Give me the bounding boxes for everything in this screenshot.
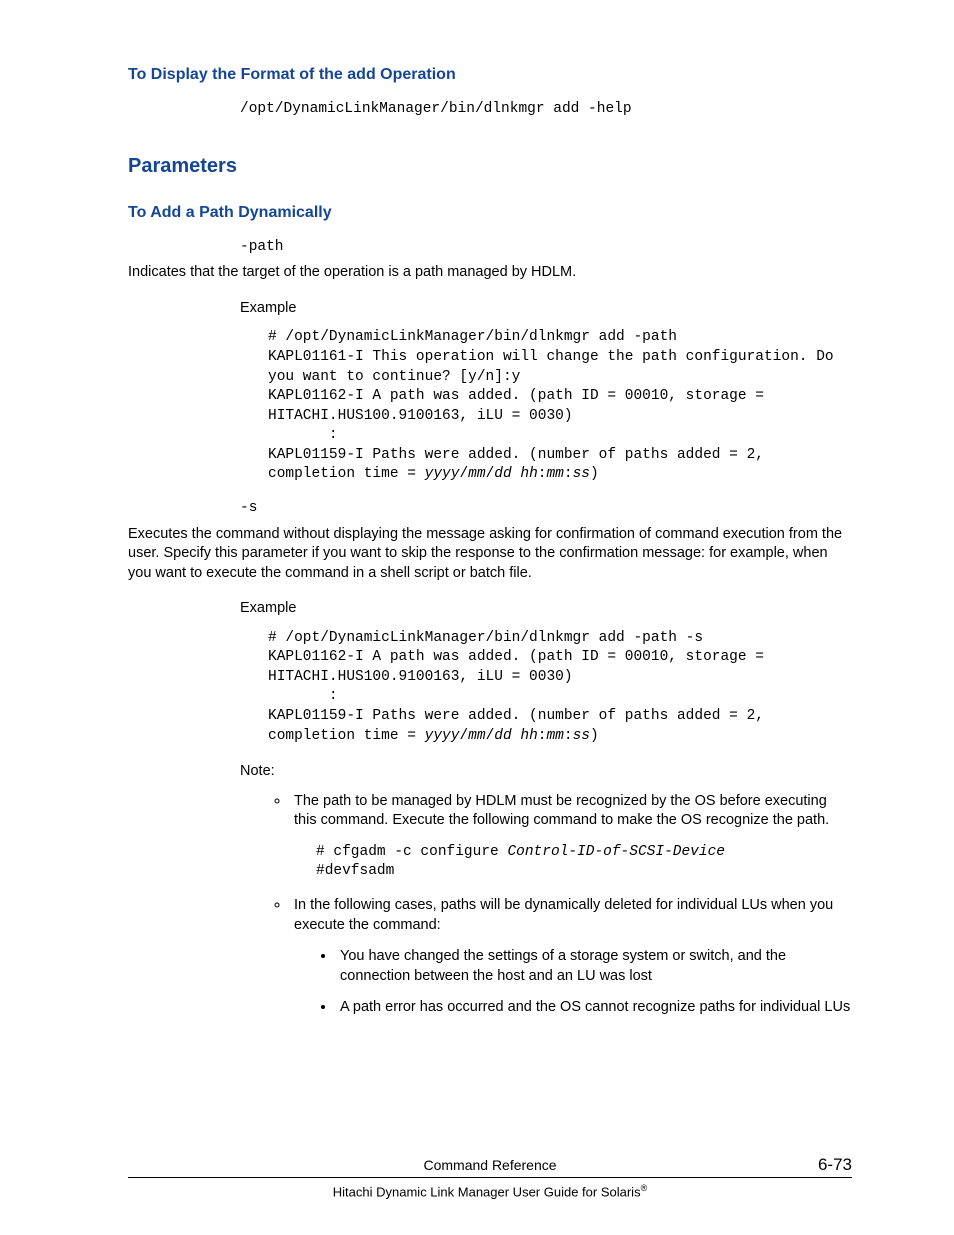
note1-code-b: Control-ID-of-SCSI-Device — [507, 844, 725, 860]
note-list: The path to be managed by HDLM must be r… — [268, 792, 852, 1018]
note-2-sub-1: You have changed the settings of a stora… — [336, 947, 852, 986]
heading-add-path: To Add a Path Dynamically — [128, 202, 852, 224]
desc-path: Indicates that the target of the operati… — [128, 263, 852, 283]
heading-parameters: Parameters — [128, 153, 852, 180]
ex2-line2: KAPL01162-I A path was added. (path ID =… — [268, 649, 773, 685]
note-2-sublist: You have changed the settings of a stora… — [314, 947, 852, 1018]
ex1-yyyy: yyyy — [425, 466, 460, 482]
ex1-sep1: / — [459, 466, 468, 482]
note-label: Note: — [240, 762, 852, 782]
ex2-hh: hh — [520, 728, 537, 744]
page: To Display the Format of the add Operati… — [0, 0, 954, 1235]
footer-guide-text: Hitachi Dynamic Link Manager User Guide … — [333, 1184, 641, 1199]
note-2-sub-2: A path error has occurred and the OS can… — [336, 998, 852, 1018]
ex2-ss: ss — [573, 728, 590, 744]
desc-s: Executes the command without displaying … — [128, 525, 852, 584]
note-1-text: The path to be managed by HDLM must be r… — [294, 793, 829, 829]
ex1-sep2: / — [486, 466, 495, 482]
note-item-2: In the following cases, paths will be dy… — [290, 896, 852, 1018]
ex2-sep2: / — [486, 728, 495, 744]
note-item-1: The path to be managed by HDLM must be r… — [290, 792, 852, 882]
note-2-text: In the following cases, paths will be dy… — [294, 897, 833, 933]
note1-code-a: # cfgadm -c configure — [316, 844, 507, 860]
ex1-hh: hh — [520, 466, 537, 482]
heading-format: To Display the Format of the add Operati… — [128, 64, 852, 86]
page-number: 6-73 — [818, 1154, 852, 1177]
ex1-line4: : — [268, 427, 338, 443]
ex1-dd: dd — [494, 466, 511, 482]
ex1-line1: # /opt/DynamicLinkManager/bin/dlnkmgr ad… — [268, 329, 677, 345]
ex2-sep4: : — [564, 728, 573, 744]
ex2-line1: # /opt/DynamicLinkManager/bin/dlnkmgr ad… — [268, 630, 703, 646]
ex2-mm1: mm — [468, 728, 485, 744]
ex2-dd: dd — [494, 728, 511, 744]
example-1-code: # /opt/DynamicLinkManager/bin/dlnkmgr ad… — [268, 328, 852, 485]
ex1-sep4: : — [564, 466, 573, 482]
registered-mark: ® — [641, 1183, 648, 1193]
ex1-end: ) — [590, 466, 599, 482]
footer-section-title: Command Reference — [128, 1156, 852, 1175]
example-2-code: # /opt/DynamicLinkManager/bin/dlnkmgr ad… — [268, 629, 852, 746]
note1-code-c: #devfsadm — [316, 863, 394, 879]
page-footer: Command Reference 6-73 Hitachi Dynamic L… — [128, 1156, 852, 1201]
ex1-line2: KAPL01161-I This operation will change t… — [268, 349, 842, 385]
example-label-2: Example — [240, 599, 852, 619]
ex1-ss: ss — [573, 466, 590, 482]
code-help-command: /opt/DynamicLinkManager/bin/dlnkmgr add … — [240, 100, 852, 120]
note-1-code: # cfgadm -c configure Control-ID-of-SCSI… — [316, 843, 852, 882]
ex1-line3: KAPL01162-I A path was added. (path ID =… — [268, 388, 773, 424]
ex2-mm2: mm — [546, 728, 563, 744]
ex1-mm2: mm — [546, 466, 563, 482]
term-s: -s — [240, 499, 852, 519]
ex2-end: ) — [590, 728, 599, 744]
ex2-sep1: / — [459, 728, 468, 744]
ex1-mm1: mm — [468, 466, 485, 482]
footer-guide-title: Hitachi Dynamic Link Manager User Guide … — [128, 1182, 852, 1201]
ex2-line3: : — [268, 688, 338, 704]
ex2-yyyy: yyyy — [425, 728, 460, 744]
example-label-1: Example — [240, 299, 852, 319]
term-path: -path — [240, 238, 852, 258]
